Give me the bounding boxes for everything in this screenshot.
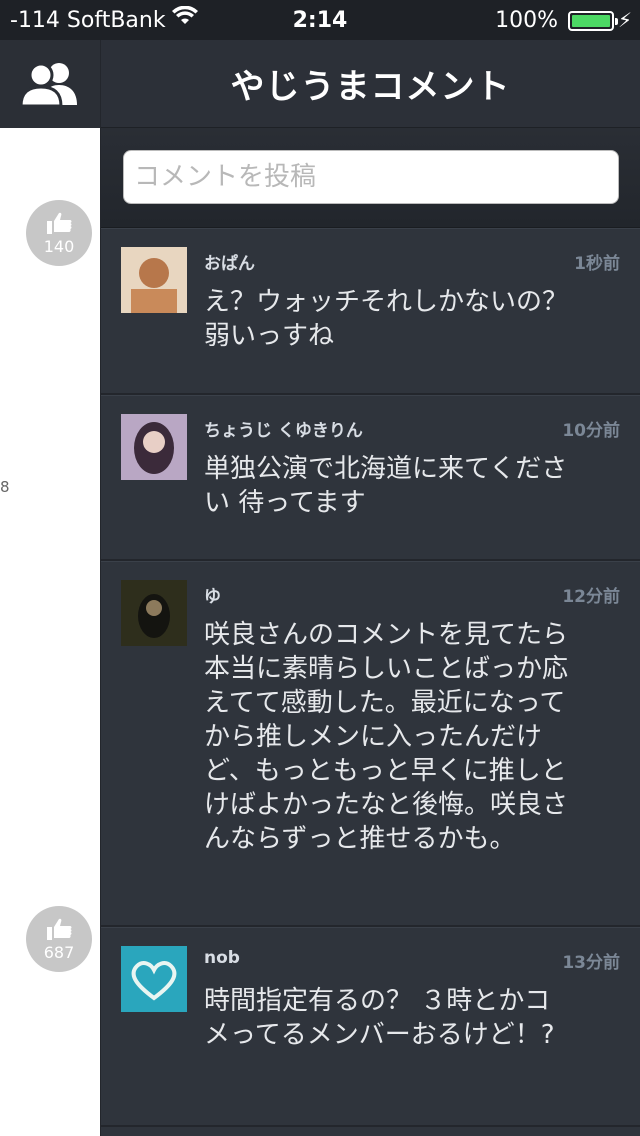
comment-timestamp: 13分前 <box>562 953 620 973</box>
battery-percent: 100% <box>495 8 558 33</box>
comment-item[interactable]: ちょうじ くゆきりん 10分前 単独公演で北海道に来てください 待ってます <box>101 395 640 561</box>
avatar[interactable] <box>121 414 187 480</box>
friends-button[interactable] <box>0 40 100 128</box>
nav-bar: やじうまコメント <box>101 40 640 128</box>
comment-timestamp: 1秒前 <box>574 254 620 274</box>
comment-author: ゆ <box>204 587 221 607</box>
comment-item[interactable]: ゆ 12分前 咲良さんのコメントを見てたら本当に素晴らしいことばっか応えてて感動… <box>101 561 640 927</box>
partial-text: 8 <box>0 478 10 496</box>
comment-item[interactable]: nob 13分前 時間指定有るの？ ３時とかコメってるメンバーおるけど！? <box>101 927 640 1127</box>
comment-input[interactable] <box>123 150 619 204</box>
battery-icon <box>568 11 618 31</box>
comment-text: え？ウォッチそれしかないの？ 弱いっすね <box>204 287 569 351</box>
comment-text: 時間指定有るの？ ３時とかコメってるメンバーおるけど！? <box>204 986 555 1050</box>
like-count: 687 <box>43 942 75 962</box>
comment-list: おぱん 1秒前 え？ウォッチそれしかないの？ 弱いっすね ちょうじ くゆきりん … <box>101 228 640 1127</box>
avatar[interactable] <box>121 247 187 313</box>
avatar[interactable] <box>121 580 187 646</box>
comment-author: ちょうじ くゆきりん <box>204 421 363 441</box>
status-bar: -114 SoftBank 2:14 100% ⚡ <box>0 0 640 40</box>
left-panel: 140 8 687 <box>0 40 100 1136</box>
charging-bolt-icon: ⚡ <box>617 8 632 32</box>
users-icon <box>19 62 77 107</box>
like-button[interactable]: 140 <box>26 200 92 266</box>
comment-timestamp: 10分前 <box>562 421 620 441</box>
comment-compose-bar <box>101 128 640 228</box>
comment-text: 咲良さんのコメントを見てたら本当に素晴らしいことばっか応えてて感動した。最近にな… <box>204 620 569 854</box>
comment-author: おぱん <box>204 254 255 274</box>
comment-item[interactable]: おぱん 1秒前 え？ウォッチそれしかないの？ 弱いっすね <box>101 228 640 395</box>
thumbs-up-icon <box>47 212 72 234</box>
like-button[interactable]: 687 <box>26 906 92 972</box>
comment-timestamp: 12分前 <box>562 587 620 607</box>
main-panel: やじうまコメント おぱん 1秒前 え？ウォッチそれしかないの？ 弱いっすね ちょ… <box>100 40 640 1136</box>
comment-author: nob <box>204 948 240 968</box>
like-count: 140 <box>43 236 75 256</box>
avatar[interactable] <box>121 946 187 1012</box>
comment-text: 単独公演で北海道に来てください 待ってます <box>204 454 568 518</box>
page-title: やじうまコメント <box>230 67 511 107</box>
thumbs-up-icon <box>47 918 72 940</box>
